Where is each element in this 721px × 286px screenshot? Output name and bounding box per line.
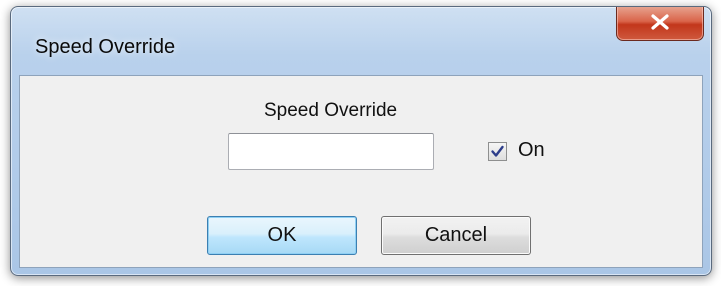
close-icon: [651, 14, 669, 30]
close-button[interactable]: [616, 7, 704, 41]
window-title: Speed Override: [35, 36, 176, 58]
speed-override-label: Speed Override: [264, 100, 398, 121]
on-checkbox-label[interactable]: On: [518, 139, 545, 162]
ok-button[interactable]: OK: [207, 216, 357, 255]
on-checkbox[interactable]: [488, 142, 507, 161]
title-bar[interactable]: Speed Override: [11, 7, 711, 75]
checkmark-icon: [491, 145, 504, 157]
speed-override-dialog: Speed Override Speed Override On OK Canc…: [10, 6, 712, 276]
speed-override-input[interactable]: [228, 133, 434, 170]
cancel-button[interactable]: Cancel: [381, 216, 531, 255]
dialog-body: Speed Override On OK Cancel: [19, 75, 703, 268]
